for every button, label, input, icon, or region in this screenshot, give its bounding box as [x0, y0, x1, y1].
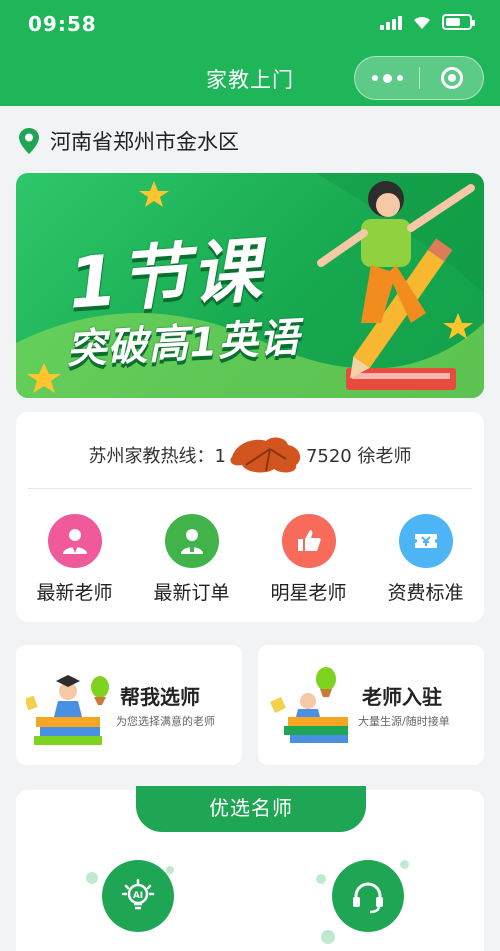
menu-item-pricing[interactable]: 资费标准 [367, 514, 484, 605]
user-tie-icon [47, 514, 102, 568]
featured-teachers-section: 优选名师 AI [16, 786, 484, 951]
svg-text:AI: AI [133, 891, 143, 901]
status-time: 09:58 [28, 12, 97, 36]
thumbs-up-icon [281, 514, 336, 568]
card-title: 帮我选师 [120, 685, 200, 709]
decor-dot [400, 860, 409, 869]
mini-program-capsule [354, 56, 484, 100]
menu-item-latest-orders[interactable]: 最新订单 [133, 514, 250, 605]
battery-icon [442, 14, 475, 30]
close-button[interactable] [420, 67, 483, 89]
menu-item-latest-teachers[interactable]: 最新老师 [16, 514, 133, 605]
location-bar[interactable]: 河南省郑州市金水区 [18, 126, 239, 156]
hotline-label: 苏州家教热线：1 [88, 446, 226, 467]
help-choose-teacher-card[interactable]: 帮我选师 为您选择满意的老师 [16, 645, 242, 765]
card-description: 为您选择满意的老师 [116, 715, 215, 728]
section-title: 优选名师 [136, 786, 366, 832]
person-icon [164, 514, 219, 568]
decor-dot [86, 872, 98, 884]
quick-menu: 最新老师 最新订单 明星老师 资费标准 [16, 514, 484, 605]
ai-lightbulb-icon[interactable]: AI [102, 860, 174, 932]
location-text: 河南省郑州市金水区 [50, 130, 239, 154]
menu-label: 最新订单 [153, 582, 230, 604]
decor-dot [321, 930, 335, 944]
hotline-text[interactable]: 苏州家教热线：1 7520 徐老师 [16, 437, 484, 473]
student-illustration-icon [26, 675, 109, 745]
hotline-menu-card: 苏州家教热线：1 7520 徐老师 最新老师 最新订单 明星老师 资费标准 [16, 412, 484, 622]
headset-icon[interactable] [332, 860, 404, 932]
books-balloon-illustration-icon [270, 667, 348, 743]
leaf-redaction-icon [230, 437, 301, 473]
decor-dot [316, 874, 326, 884]
promo-banner[interactable]: 1节课 突破高1英语 [16, 173, 484, 398]
menu-label: 资费标准 [387, 582, 464, 604]
menu-label: 明星老师 [270, 582, 347, 604]
ticket-yen-icon [398, 514, 453, 568]
menu-item-star-teachers[interactable]: 明星老师 [250, 514, 367, 605]
hotline-number-suffix: 7520 徐老师 [305, 446, 412, 467]
decor-dot [166, 866, 174, 874]
status-icons [380, 14, 475, 30]
location-pin-icon [19, 128, 39, 154]
banner-subheadline: 突破高1英语 [65, 314, 302, 374]
wifi-icon [414, 16, 430, 29]
header: 09:58 家教上门 [0, 0, 500, 106]
card-divider [28, 488, 472, 489]
card-description: 大量生源/随时接单 [358, 715, 450, 728]
more-button[interactable] [355, 73, 419, 83]
menu-label: 最新老师 [36, 582, 113, 604]
signal-icon [380, 14, 402, 30]
card-title: 老师入驻 [362, 685, 442, 709]
target-icon [440, 67, 463, 89]
teacher-join-card[interactable]: 老师入驻 大量生源/随时接单 [258, 645, 484, 765]
